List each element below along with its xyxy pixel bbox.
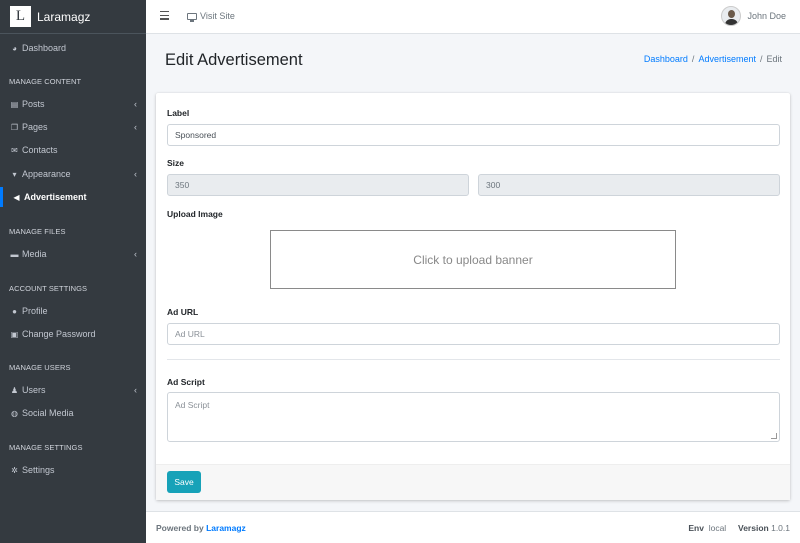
posts-icon: ▤ [10, 99, 19, 109]
cogs-icon: ✲ [11, 465, 18, 475]
page-title: Edit Advertisement [165, 51, 303, 69]
ad-url-input[interactable]: Ad URL [167, 323, 780, 345]
hdd-icon: ▬ [10, 249, 19, 259]
nav-header-settings: MANAGE SETTINGS [9, 443, 83, 452]
desktop-icon [187, 12, 197, 22]
sidebar-item-advertisement[interactable]: ◀ Advertisement [0, 187, 146, 207]
sidebar-item-change-password[interactable]: ▣ Change Password [0, 324, 146, 344]
upload-image-label: Upload Image [167, 209, 223, 219]
divider [167, 359, 780, 360]
brand-name: Laramagz [37, 9, 91, 24]
card-footer [156, 464, 790, 500]
sidebar-item-label: Media [22, 249, 47, 259]
upload-banner-dropzone[interactable]: Click to upload banner [270, 230, 676, 289]
sidebar-item-contacts[interactable]: ✉ Contacts [0, 140, 146, 160]
save-button[interactable]: Save [167, 471, 201, 493]
powered-by: Powered by Laramagz [156, 523, 246, 533]
brand-logo: L [10, 6, 31, 27]
sidebar-item-label: Social Media [22, 408, 74, 418]
user-name: John Doe [747, 11, 786, 21]
chevron-left-icon: ‹ [134, 169, 137, 179]
breadcrumb-advertisement[interactable]: Advertisement [698, 54, 756, 64]
breadcrumb-dashboard[interactable]: Dashboard [644, 54, 688, 64]
hamburger-menu-icon[interactable] [160, 11, 169, 22]
chevron-left-icon: ‹ [134, 385, 137, 395]
sidebar-item-profile[interactable]: ● Profile [0, 301, 146, 321]
sidebar-item-label: Pages [22, 122, 48, 132]
version-label: Version [738, 523, 769, 533]
sidebar-item-users[interactable]: ♟ Users ‹ [0, 380, 146, 400]
sidebar-item-label: Posts [22, 99, 45, 109]
sidebar-item-media[interactable]: ▬ Media ‹ [0, 244, 146, 264]
nav-header-files: MANAGE FILES [9, 227, 66, 236]
ad-url-label: Ad URL [167, 307, 199, 317]
env-value: local [708, 523, 727, 533]
ad-script-textarea[interactable]: Ad Script [167, 392, 780, 442]
dashboard-icon: ◕ [12, 43, 17, 53]
breadcrumb-edit: Edit [766, 54, 782, 64]
sidebar-item-dashboard[interactable]: ◕ Dashboard [0, 38, 146, 58]
label-input[interactable]: Sponsored [167, 124, 780, 146]
globe-icon: ◍ [11, 408, 18, 418]
label-field-label: Label [167, 108, 190, 118]
size-label: Size [167, 158, 185, 168]
sidebar-item-label: Users [22, 385, 46, 395]
brush-icon: ▾ [12, 169, 17, 179]
sidebar-item-label: Profile [22, 306, 48, 316]
sidebar-item-label: Appearance [22, 169, 71, 179]
env-label: Env [688, 523, 704, 533]
visit-site-label: Visit Site [200, 11, 235, 21]
envelope-icon: ✉ [11, 145, 18, 155]
sidebar-item-label: Settings [22, 465, 55, 475]
sidebar-item-posts[interactable]: ▤ Posts ‹ [0, 94, 146, 114]
height-input[interactable]: 300 [478, 174, 780, 196]
resize-handle-icon[interactable] [771, 433, 777, 439]
visit-site-link[interactable]: Visit Site [187, 11, 235, 22]
sidebar-item-settings[interactable]: ✲ Settings [0, 460, 146, 480]
ad-script-placeholder: Ad Script [175, 400, 210, 410]
breadcrumb: Dashboard / Advertisement / Edit [644, 54, 782, 64]
version-value: 1.0.1 [771, 523, 790, 533]
avatar [721, 6, 742, 26]
top-navbar: Visit Site John Doe [146, 0, 800, 34]
sidebar-item-label: Change Password [22, 329, 96, 339]
user-icon: ● [12, 306, 17, 316]
chevron-left-icon: ‹ [134, 122, 137, 132]
breadcrumb-separator: / [691, 54, 695, 64]
bullhorn-icon: ◀ [13, 192, 20, 202]
sidebar-item-label: Contacts [22, 145, 58, 155]
breadcrumb-separator: / [759, 54, 763, 64]
width-input[interactable]: 350 [167, 174, 469, 196]
page-footer: Powered by Laramagz Env local Version 1.… [146, 511, 800, 543]
ad-script-label: Ad Script [167, 377, 205, 387]
users-icon: ♟ [10, 385, 19, 395]
version-info: Env local Version 1.0.1 [688, 523, 790, 533]
sidebar-item-label: Dashboard [22, 43, 67, 53]
sidebar: L Laramagz ◕ Dashboard MANAGE CONTENT ▤ … [0, 0, 146, 543]
powered-by-text: Powered by [156, 523, 204, 533]
brand-link[interactable]: L Laramagz [0, 0, 146, 34]
pages-icon: ❐ [10, 122, 19, 132]
nav-header-users: MANAGE USERS [9, 363, 71, 372]
sidebar-item-label: Advertisement [24, 192, 87, 202]
nav-header-account: ACCOUNT SETTINGS [9, 284, 88, 293]
powered-by-link[interactable]: Laramagz [206, 523, 246, 533]
nav-header-content: MANAGE CONTENT [9, 77, 82, 86]
chevron-left-icon: ‹ [134, 99, 137, 109]
chevron-left-icon: ‹ [134, 249, 137, 259]
sidebar-item-pages[interactable]: ❐ Pages ‹ [0, 117, 146, 137]
sidebar-item-appearance[interactable]: ▾ Appearance ‹ [0, 164, 146, 184]
lock-icon: ▣ [10, 329, 19, 339]
user-menu[interactable]: John Doe [721, 6, 786, 26]
sidebar-item-social-media[interactable]: ◍ Social Media [0, 403, 146, 423]
